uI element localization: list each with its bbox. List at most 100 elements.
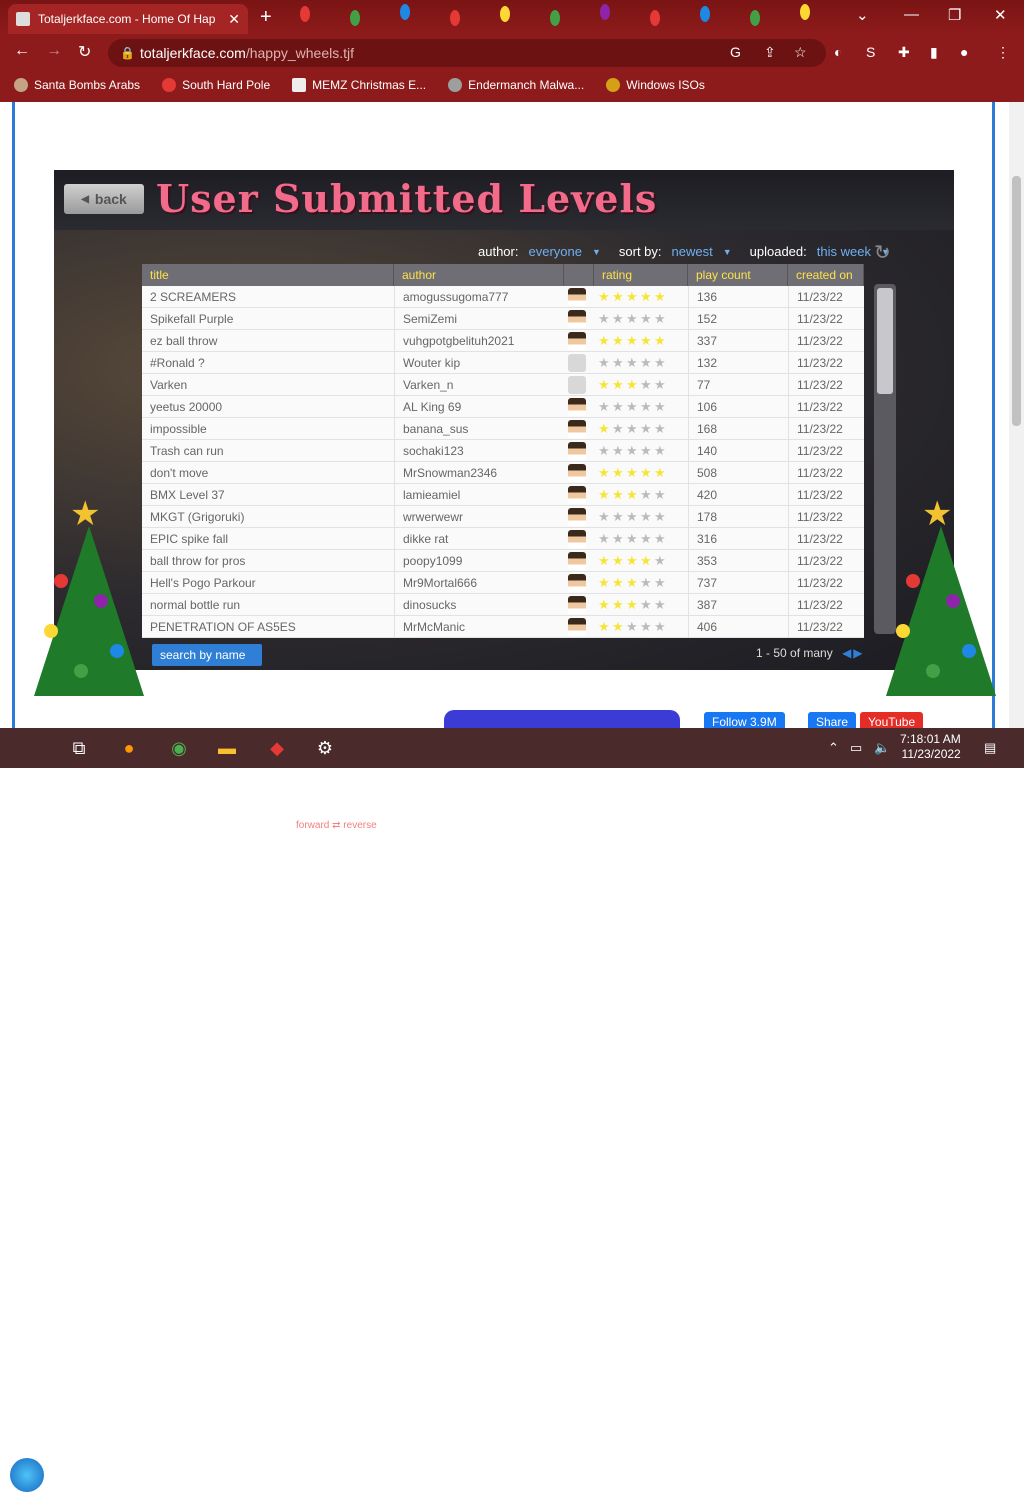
table-row[interactable]: #Ronald ? Wouter kip ★ ★ ★ ★ ★ 132 11/23/22 bbox=[142, 351, 864, 374]
star-icon: ★ bbox=[654, 334, 666, 347]
game-frame[interactable]: ◀ back User Submitted Levels author: ever… bbox=[54, 170, 954, 670]
search-by-name-button[interactable]: search by name bbox=[152, 644, 262, 666]
table-row[interactable]: Trash can run sochaki123 ★ ★ ★ ★ ★ 140 11/23/22 bbox=[142, 439, 864, 462]
rating-stars: ★ ★ ★ ★ ★ bbox=[594, 576, 688, 589]
table-row[interactable]: 2 SCREAMERS amogussugoma777 ★ ★ ★ ★ ★ 136 11/23/… bbox=[142, 285, 864, 308]
minimize-icon[interactable]: — bbox=[904, 6, 919, 23]
level-title: Varken bbox=[150, 377, 188, 392]
side-panel-icon[interactable]: ▮ bbox=[930, 44, 938, 61]
table-row[interactable]: EPIC spike fall dikke rat ★ ★ ★ ★ ★ 316 11/23/22 bbox=[142, 527, 864, 550]
refresh-icon[interactable]: ↻ bbox=[874, 240, 891, 265]
tab-title: Totaljerkface.com - Home Of Hap bbox=[38, 12, 216, 26]
address-bar[interactable]: 🔒 totaljerkface.com/happy_wheels.tjf bbox=[108, 39, 826, 67]
level-author: lamieamiel bbox=[394, 483, 564, 506]
uploaded-filter-dropdown[interactable]: this week bbox=[817, 244, 871, 259]
bookmark-item[interactable]: South Hard Pole bbox=[162, 78, 270, 92]
close-tab-icon[interactable]: ✕ bbox=[228, 11, 240, 28]
bookmark-star-icon[interactable]: ☆ bbox=[794, 44, 807, 61]
sort-filter-dropdown[interactable]: newest bbox=[672, 244, 713, 259]
prev-page-icon[interactable]: ◀ bbox=[842, 646, 851, 660]
bookmark-icon bbox=[14, 78, 28, 92]
author-filter-dropdown[interactable]: everyone bbox=[528, 244, 581, 259]
bookmark-item[interactable]: Windows ISOs bbox=[606, 78, 705, 92]
level-author: wrwerwewr bbox=[394, 505, 564, 528]
table-row[interactable]: Varken Varken_n ★ ★ ★ ★ ★ 77 11/23/22 bbox=[142, 373, 864, 396]
forward-arrow-icon[interactable]: → bbox=[46, 42, 62, 60]
table-row[interactable]: ez ball throw vuhgpotgbelituh2021 ★ ★ ★ ★ ★ 337… bbox=[142, 329, 864, 352]
table-row[interactable]: MKGT (Grigoruki) wrwerwewr ★ ★ ★ ★ ★ 178 11/23/2… bbox=[142, 505, 864, 528]
close-window-icon[interactable]: ✕ bbox=[994, 6, 1007, 24]
chevron-down-icon[interactable]: ▼ bbox=[592, 247, 601, 257]
column-title[interactable]: title bbox=[142, 264, 394, 286]
restore-icon[interactable]: ❐ bbox=[948, 6, 961, 24]
reload-icon[interactable]: ↻ bbox=[78, 42, 91, 62]
rating-stars: ★ ★ ★ ★ ★ bbox=[594, 554, 688, 567]
extension-flag-icon[interactable]: ◐ bbox=[834, 44, 842, 60]
table-row[interactable]: impossible banana_sus ★ ★ ★ ★ ★ 168 11/23/22 bbox=[142, 417, 864, 440]
table-row[interactable]: Hell's Pogo Parkour Mr9Mortal666 ★ ★ ★ ★ ★ 737 1… bbox=[142, 571, 864, 594]
rating-stars: ★ ★ ★ ★ ★ bbox=[594, 488, 688, 501]
table-row[interactable]: BMX Level 37 lamieamiel ★ ★ ★ ★ ★ 420 11/23/22 bbox=[142, 483, 864, 506]
bookmark-item[interactable]: MEMZ Christmas E... bbox=[292, 78, 426, 92]
system-clock[interactable]: 7:18:01 AM 11/23/2022 bbox=[900, 732, 961, 762]
table-row[interactable]: Spikefall Purple SemiZemi ★ ★ ★ ★ ★ 152 11/23/22 bbox=[142, 307, 864, 330]
back-button[interactable]: ◀ back bbox=[64, 184, 144, 214]
author-avatar-cell bbox=[564, 529, 594, 548]
chevron-down-icon[interactable]: ▼ bbox=[723, 247, 732, 257]
browser-tab[interactable]: Totaljerkface.com - Home Of Hap ✕ bbox=[8, 4, 248, 34]
levels-table: title author rating play count created o… bbox=[142, 264, 864, 638]
table-row[interactable]: ball throw for pros poopy1099 ★ ★ ★ ★ ★ 353 11/2… bbox=[142, 549, 864, 572]
star-icon: ★ bbox=[626, 620, 638, 633]
lock-icon[interactable]: 🔒 bbox=[120, 39, 135, 67]
notifications-icon[interactable]: ▤ bbox=[984, 740, 996, 756]
google-icon[interactable]: G bbox=[730, 44, 741, 60]
extension-s-icon[interactable]: S bbox=[866, 44, 875, 60]
play-count: 152 bbox=[688, 307, 788, 330]
back-arrow-icon[interactable]: ← bbox=[14, 42, 30, 60]
table-row[interactable]: PENETRATION OF AS5ES MrMcManic ★ ★ ★ ★ ★ 406 11/… bbox=[142, 615, 864, 638]
created-on: 11/23/22 bbox=[788, 439, 864, 462]
forward-reverse-control[interactable]: forward ⇄ reverse bbox=[296, 820, 377, 831]
task-view-icon[interactable]: ⧉ bbox=[66, 736, 92, 760]
extensions-puzzle-icon[interactable]: ✚ bbox=[898, 44, 910, 61]
star-icon: ★ bbox=[640, 334, 652, 347]
author-avatar-cell bbox=[564, 419, 594, 438]
star-icon: ★ bbox=[612, 510, 624, 523]
firefox-icon[interactable]: ● bbox=[116, 736, 142, 760]
paint-icon[interactable]: ◆ bbox=[264, 736, 290, 760]
column-play-count[interactable]: play count bbox=[688, 264, 788, 286]
level-title: Spikefall Purple bbox=[150, 311, 234, 326]
rating-stars: ★ ★ ★ ★ ★ bbox=[594, 334, 688, 347]
start-button[interactable] bbox=[10, 1458, 44, 1492]
star-icon: ★ bbox=[612, 378, 624, 391]
table-row[interactable]: yeetus 20000 AL King 69 ★ ★ ★ ★ ★ 106 11/23/22 bbox=[142, 395, 864, 418]
promo-banner[interactable] bbox=[444, 710, 680, 730]
profile-avatar-icon[interactable]: ● bbox=[960, 44, 968, 60]
settings-gear-icon[interactable]: ⚙ bbox=[312, 736, 338, 760]
network-icon[interactable]: ▭ bbox=[850, 740, 862, 756]
avatar-icon bbox=[568, 595, 586, 614]
file-explorer-icon[interactable]: ▬ bbox=[214, 736, 240, 760]
table-row[interactable]: don't move MrSnowman2346 ★ ★ ★ ★ ★ 508 11/23/22 bbox=[142, 461, 864, 484]
column-rating[interactable]: rating bbox=[594, 264, 688, 286]
table-scrollbar-thumb[interactable] bbox=[877, 288, 893, 394]
table-row[interactable]: normal bottle run dinosucks ★ ★ ★ ★ ★ 387 11/23/… bbox=[142, 593, 864, 616]
menu-kebab-icon[interactable]: ⋮ bbox=[996, 44, 1010, 61]
column-created-on[interactable]: created on bbox=[788, 264, 864, 286]
tab-search-icon[interactable]: ⌄ bbox=[856, 6, 869, 24]
star-icon: ★ bbox=[626, 378, 638, 391]
volume-icon[interactable]: 🔈 bbox=[874, 740, 890, 756]
chrome-icon[interactable]: ◉ bbox=[166, 736, 192, 760]
star-icon: ★ bbox=[612, 488, 624, 501]
new-tab-icon[interactable]: + bbox=[260, 6, 272, 29]
column-author[interactable]: author bbox=[394, 264, 564, 286]
rating-stars: ★ ★ ★ ★ ★ bbox=[594, 400, 688, 413]
page-scrollbar-thumb[interactable] bbox=[1012, 176, 1021, 426]
next-page-icon[interactable]: ▶ bbox=[853, 646, 862, 660]
level-title: don't move bbox=[150, 465, 209, 480]
share-icon[interactable]: ⇪ bbox=[764, 44, 776, 61]
level-title: PENETRATION OF AS5ES bbox=[150, 619, 296, 634]
bookmark-item[interactable]: Endermanch Malwa... bbox=[448, 78, 584, 92]
tray-chevron-icon[interactable]: ⌃ bbox=[828, 740, 839, 756]
bookmark-item[interactable]: Santa Bombs Arabs bbox=[14, 78, 140, 92]
